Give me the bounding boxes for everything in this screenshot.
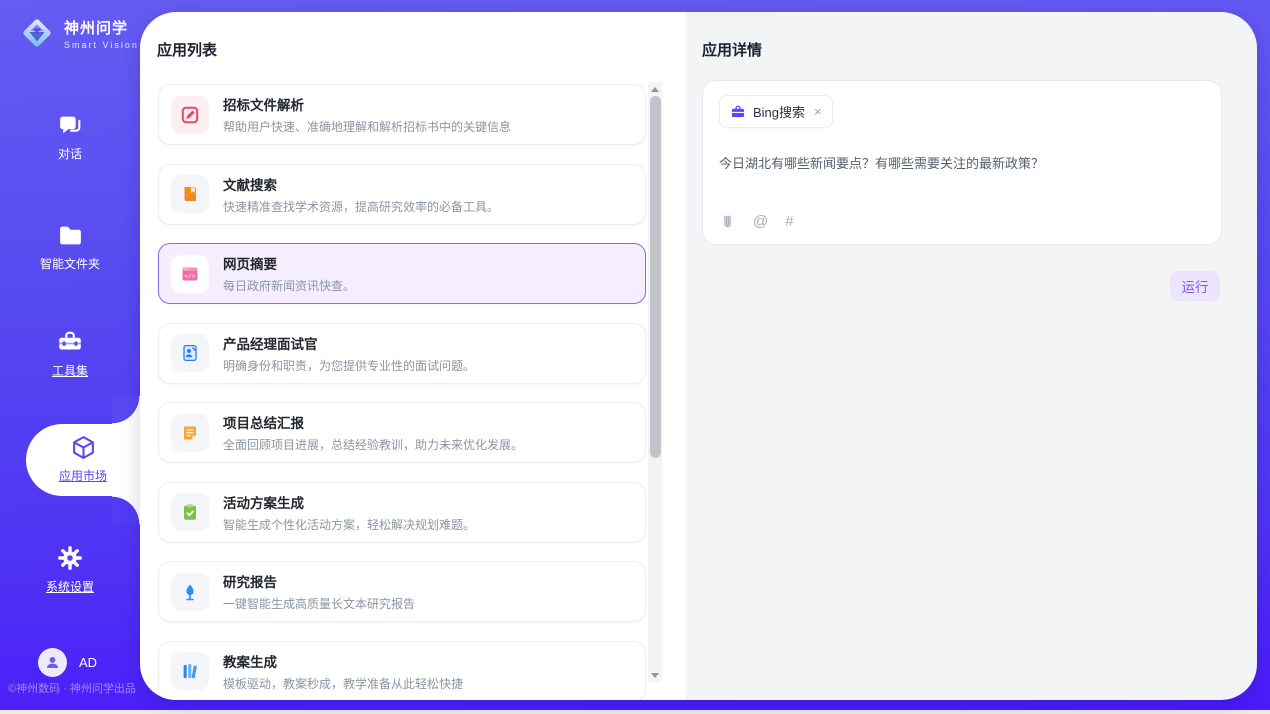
app-title: 网页摘要 <box>223 253 355 273</box>
run-button[interactable]: 运行 <box>1170 271 1220 301</box>
composer-toolbar: @ # <box>719 213 1205 230</box>
app-list-title: 应用列表 <box>157 39 217 60</box>
app-card-bid-analysis[interactable]: 招标文件解析 帮助用户快速、准确地理解和解析招标书中的关键信息 <box>158 84 646 145</box>
app-list-panel: 应用列表 招标文件解析 帮助用户快速、准确地理解和解析招标书中的关键信息 <box>140 12 686 700</box>
svg-text:</>: </> <box>184 273 195 280</box>
sidebar-item-label: 应用市场 <box>26 467 140 484</box>
book-icon <box>171 175 209 213</box>
sidebar-item-toolset[interactable]: 工具集 <box>0 328 140 379</box>
sidebar-item-app-market[interactable]: 应用市场 <box>26 424 140 496</box>
scroll-up-arrow[interactable] <box>648 82 662 96</box>
app-card-project-summary[interactable]: 项目总结汇报 全面回顾项目进展，总结经验教训，助力未来优化发展。 <box>158 402 646 463</box>
folder-icon <box>57 222 84 249</box>
scroll-down-arrow[interactable] <box>648 668 662 682</box>
app-desc: 智能生成个性化活动方案，轻松解决规划难题。 <box>223 516 475 533</box>
app-card-web-summary[interactable]: </> 网页摘要 每日政府新闻资讯快查。 <box>158 243 646 304</box>
person-icon <box>44 654 61 671</box>
app-desc: 明确身份和职责，为您提供专业性的面试问题。 <box>223 357 475 374</box>
app-desc: 每日政府新闻资讯快查。 <box>223 277 355 294</box>
main-content: 应用列表 招标文件解析 帮助用户快速、准确地理解和解析招标书中的关键信息 <box>140 12 1257 700</box>
sidebar-item-chat[interactable]: 对话 <box>0 112 140 162</box>
tool-chip-label: Bing搜索 <box>753 102 805 121</box>
close-icon[interactable]: × <box>814 104 822 119</box>
avatar <box>38 648 67 677</box>
cube-icon <box>70 434 97 461</box>
diamond-logo-icon <box>18 14 56 52</box>
brand-name: 神州问学 <box>64 17 139 38</box>
sidebar-item-smart-folder[interactable]: 智能文件夹 <box>0 222 140 272</box>
gear-icon <box>56 544 84 572</box>
app-card-event-plan[interactable]: 活动方案生成 智能生成个性化活动方案，轻松解决规划难题。 <box>158 482 646 543</box>
app-detail-title: 应用详情 <box>702 39 762 60</box>
toolbox-icon <box>56 328 84 356</box>
clipboard-check-icon <box>171 493 209 531</box>
sidebar-item-label: 系统设置 <box>0 578 140 595</box>
brand-logo: 神州问学 Smart Vision <box>18 14 139 52</box>
app-card-lesson-plan[interactable]: 教案生成 模板驱动，教案秒成，教学准备从此轻松快捷 <box>158 641 646 701</box>
chat-icon <box>57 112 84 139</box>
paperclip-icon[interactable] <box>719 213 736 230</box>
app-desc: 快速精准查找学术资源，提高研究效率的必备工具。 <box>223 198 499 215</box>
interview-doc-icon <box>171 334 209 372</box>
scrollbar-thumb[interactable] <box>650 96 661 458</box>
hash-icon[interactable]: # <box>785 214 793 229</box>
sidebar-item-settings[interactable]: 系统设置 <box>0 544 140 595</box>
sidebar: 神州问学 Smart Vision 对话 智能文件夹 工具集 <box>0 0 140 710</box>
sidebar-item-label: 工具集 <box>0 362 140 379</box>
books-icon <box>171 652 209 690</box>
edit-square-icon <box>171 96 209 134</box>
briefcase-icon <box>730 104 746 120</box>
app-title: 文献搜索 <box>223 174 499 194</box>
app-desc: 一键智能生成高质量长文本研究报告 <box>223 595 415 612</box>
web-code-icon: </> <box>171 255 209 293</box>
app-card-literature-search[interactable]: 文献搜索 快速精准查找学术资源，提高研究效率的必备工具。 <box>158 164 646 225</box>
app-desc: 全面回顾项目进展，总结经验教训，助力未来优化发展。 <box>223 436 523 453</box>
app-title: 教案生成 <box>223 651 463 671</box>
query-text[interactable]: 今日湖北有哪些新闻要点？有哪些需要关注的最新政策？ <box>719 154 1205 174</box>
copyright-footer: ©神州数码 · 神州问学出品 <box>8 680 140 696</box>
brand-subtitle: Smart Vision <box>64 40 139 50</box>
user-name: AD <box>79 655 97 670</box>
tool-chip-bing-search[interactable]: Bing搜索 × <box>719 95 833 128</box>
app-card-pm-interviewer[interactable]: 产品经理面试官 明确身份和职责，为您提供专业性的面试问题。 <box>158 323 646 384</box>
app-title: 活动方案生成 <box>223 492 475 512</box>
app-card-research-report[interactable]: 研究报告 一键智能生成高质量长文本研究报告 <box>158 561 646 622</box>
user-menu[interactable]: AD <box>38 648 97 677</box>
app-title: 项目总结汇报 <box>223 412 523 432</box>
app-title: 招标文件解析 <box>223 94 511 114</box>
app-detail-panel: 应用详情 Bing搜索 × 今日湖北有哪些新闻要点？有哪些需要关注的最新政策？ … <box>686 12 1257 700</box>
app-desc: 帮助用户快速、准确地理解和解析招标书中的关键信息 <box>223 118 511 135</box>
tab-fillet-bottom <box>112 496 140 524</box>
app-desc: 模板驱动，教案秒成，教学准备从此轻松快捷 <box>223 675 463 692</box>
pen-icon <box>171 573 209 611</box>
sticky-note-icon <box>171 414 209 452</box>
app-title: 研究报告 <box>223 571 415 591</box>
prompt-input[interactable]: Bing搜索 × 今日湖北有哪些新闻要点？有哪些需要关注的最新政策？ @ # <box>702 80 1222 245</box>
app-list: 招标文件解析 帮助用户快速、准确地理解和解析招标书中的关键信息 文献搜索 快速精… <box>158 84 646 700</box>
sidebar-item-label: 对话 <box>0 145 140 162</box>
tab-fillet-top <box>112 396 140 424</box>
sidebar-item-label: 智能文件夹 <box>0 255 140 272</box>
app-title: 产品经理面试官 <box>223 333 475 353</box>
mention-icon[interactable]: @ <box>753 214 768 229</box>
list-scrollbar[interactable] <box>648 82 662 682</box>
